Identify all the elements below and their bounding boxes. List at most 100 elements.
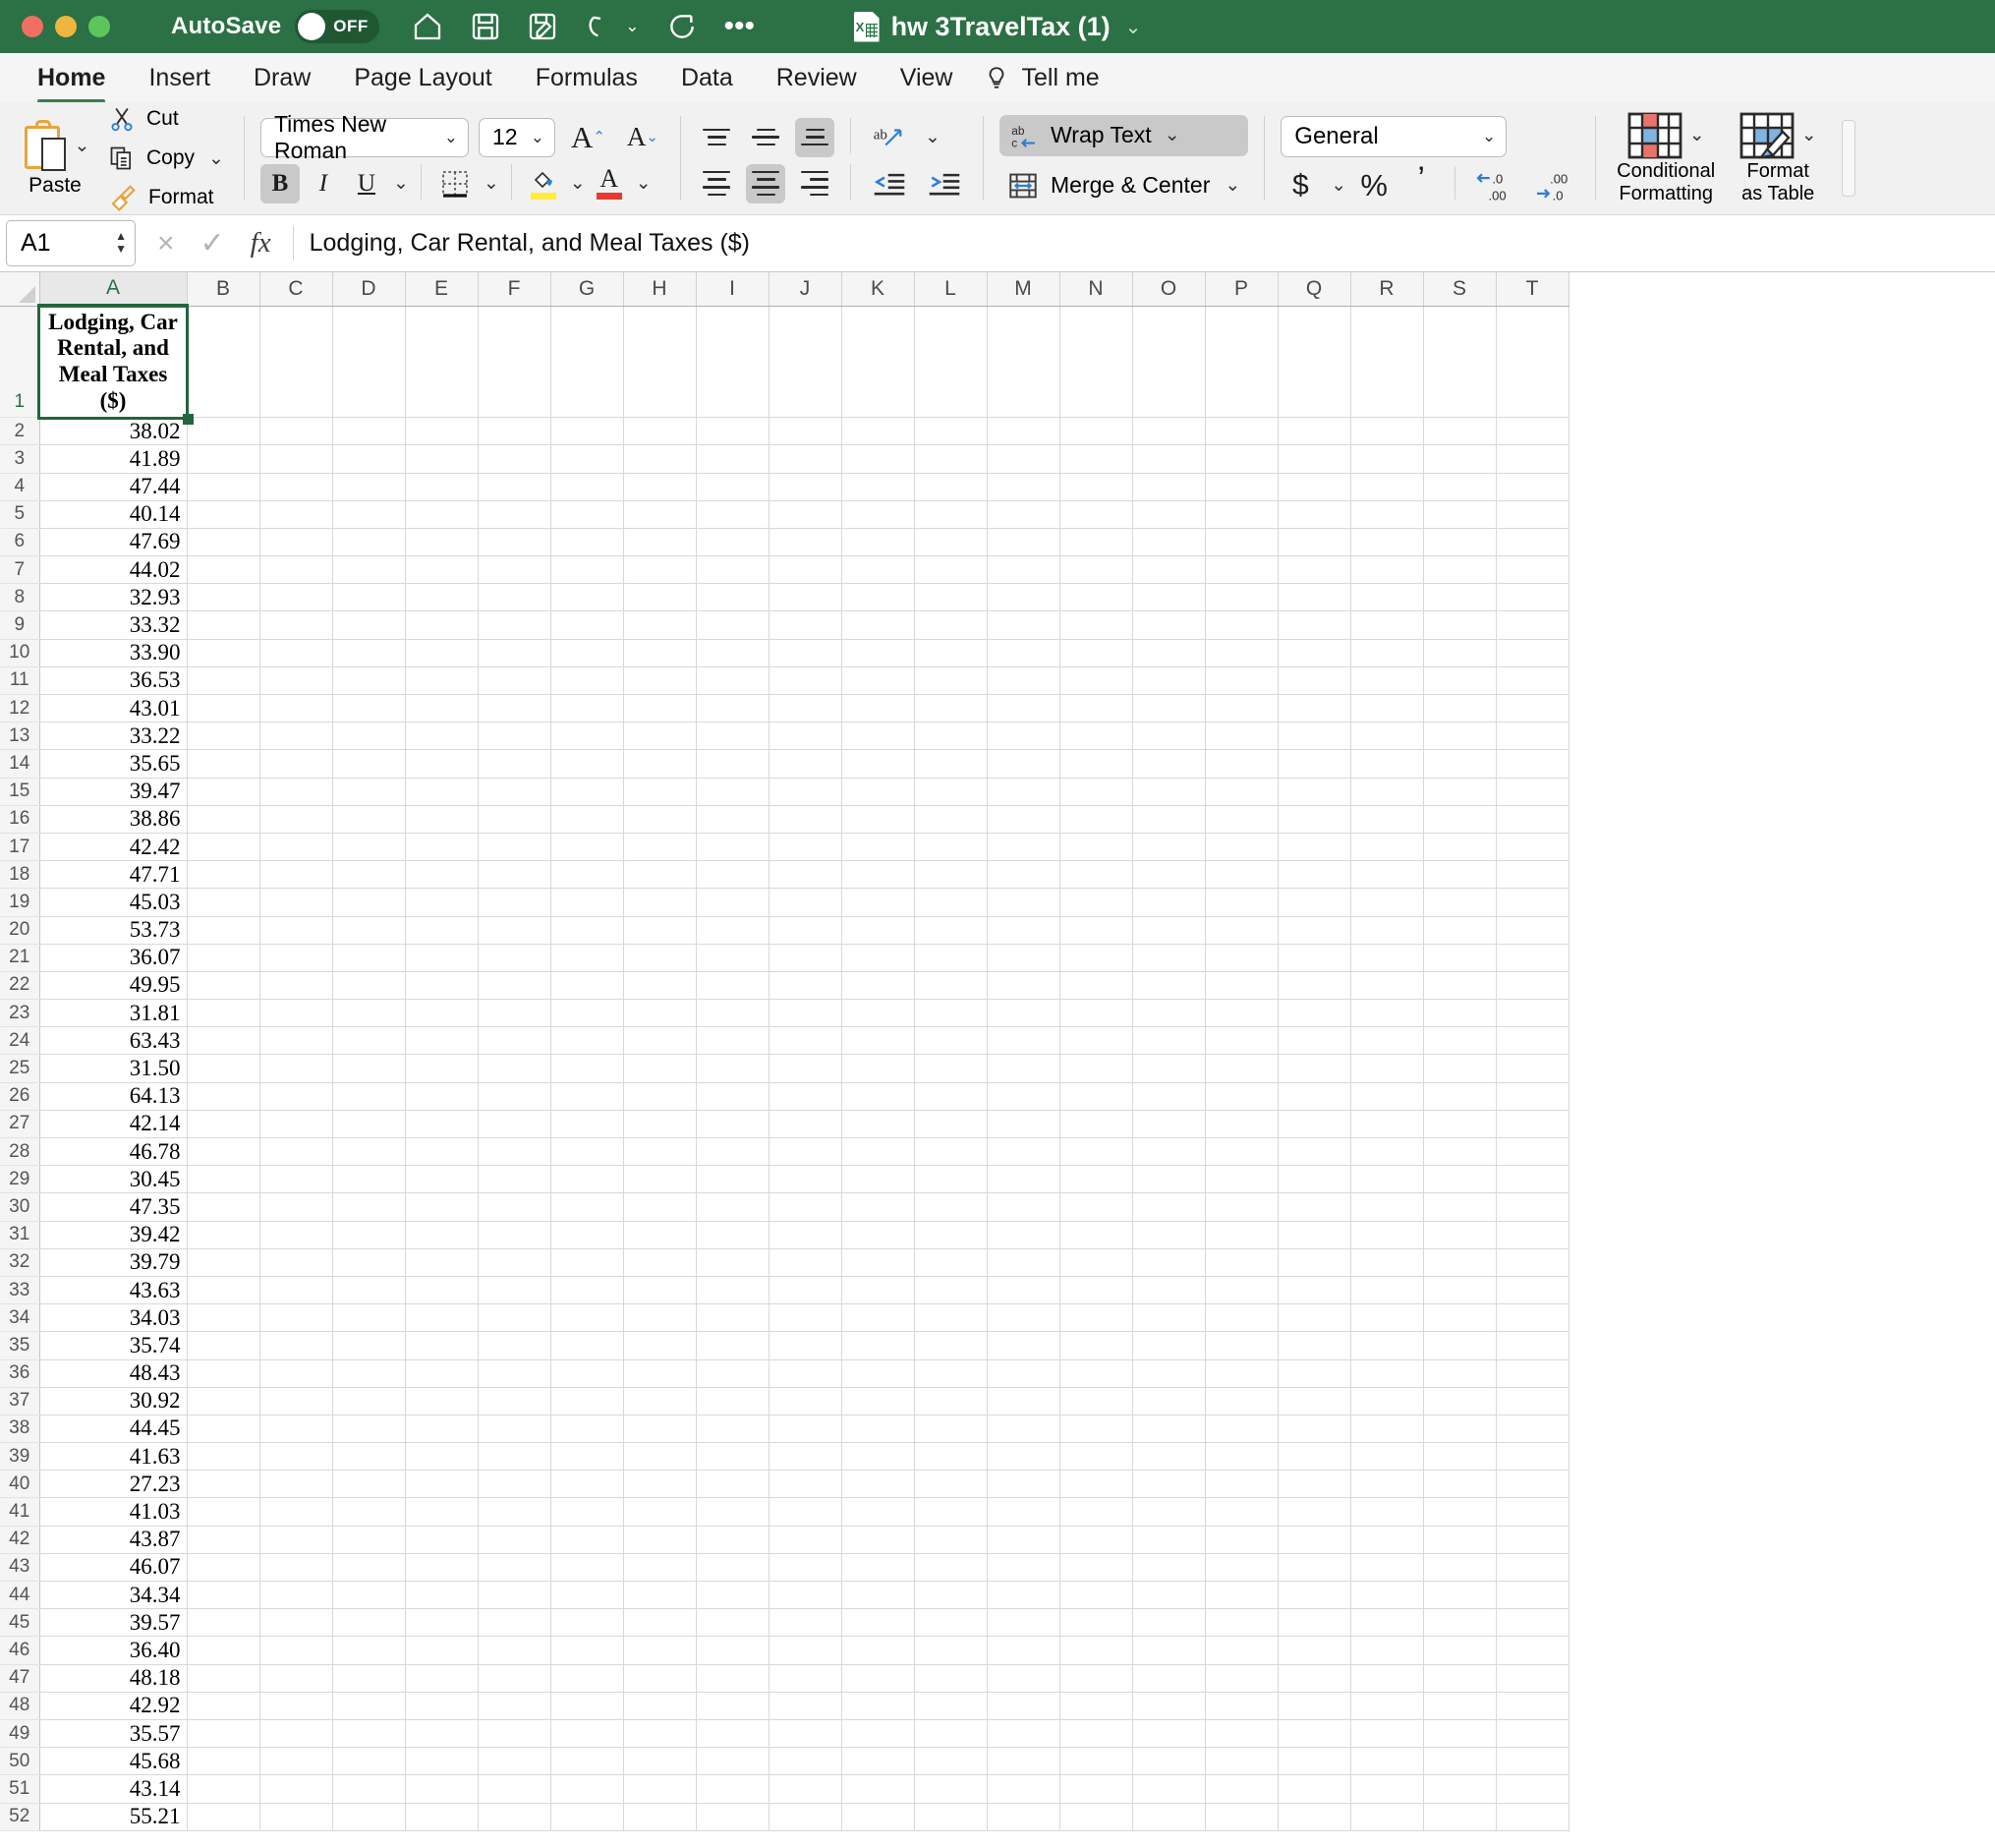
cancel-formula-button[interactable]: × [157,227,175,260]
cell-C20[interactable] [259,916,333,945]
align-right-button[interactable] [795,164,834,203]
cell-F24[interactable] [478,1026,551,1056]
cell-F7[interactable] [478,555,551,585]
cell-H10[interactable] [623,639,697,667]
cell-M1[interactable] [987,306,1060,419]
cell-A17[interactable]: 42.42 [39,833,188,862]
cell-K52[interactable] [841,1803,915,1831]
cell-C47[interactable] [259,1664,333,1693]
cell-P24[interactable] [1205,1026,1279,1056]
cell-C31[interactable] [259,1221,333,1249]
column-header-m[interactable]: M [987,272,1060,307]
cell-O10[interactable] [1132,639,1206,667]
cell-E52[interactable] [405,1803,479,1831]
cell-Q29[interactable] [1278,1165,1351,1194]
cell-J14[interactable] [769,749,842,779]
cell-D44[interactable] [332,1581,406,1610]
cell-D30[interactable] [332,1192,406,1222]
cell-A31[interactable]: 39.42 [39,1221,188,1249]
cell-P18[interactable] [1205,860,1279,890]
cell-B13[interactable] [187,722,260,751]
row-header-36[interactable]: 36 [0,1359,40,1388]
cell-S38[interactable] [1423,1415,1497,1444]
cell-Q10[interactable] [1278,639,1351,667]
cell-O49[interactable] [1132,1719,1206,1749]
cell-P8[interactable] [1205,583,1279,612]
cell-Q42[interactable] [1278,1526,1351,1554]
cell-H30[interactable] [623,1192,697,1222]
cell-J34[interactable] [769,1303,842,1333]
cell-Q20[interactable] [1278,916,1351,945]
cell-B9[interactable] [187,610,260,640]
cell-A30[interactable]: 47.35 [39,1192,188,1222]
cell-C29[interactable] [259,1165,333,1194]
cell-T8[interactable] [1496,583,1569,612]
bold-button[interactable]: B [259,163,300,203]
cell-K14[interactable] [841,749,915,779]
cell-L14[interactable] [914,749,988,779]
cell-F20[interactable] [478,916,551,945]
cell-P49[interactable] [1205,1719,1279,1749]
cell-I45[interactable] [696,1608,770,1638]
cell-E28[interactable] [405,1137,479,1167]
cell-R22[interactable] [1350,971,1424,1001]
cell-H47[interactable] [623,1664,697,1693]
cell-L12[interactable] [914,694,988,723]
cell-B3[interactable] [187,444,260,474]
cell-N48[interactable] [1059,1692,1133,1720]
cell-C12[interactable] [259,694,333,723]
cell-N4[interactable] [1059,473,1133,501]
cell-Q35[interactable] [1278,1331,1351,1360]
number-format-select[interactable]: General ⌄ [1281,115,1508,157]
cell-H32[interactable] [623,1248,697,1277]
confirm-formula-button[interactable]: ✓ [200,226,225,260]
cell-F42[interactable] [478,1526,551,1554]
cell-C8[interactable] [259,583,333,612]
autosave-toggle[interactable]: OFF [295,10,380,43]
cell-T46[interactable] [1496,1636,1569,1665]
cell-B14[interactable] [187,749,260,779]
cell-L38[interactable] [914,1415,988,1444]
cell-S14[interactable] [1423,749,1497,779]
cell-G52[interactable] [550,1803,624,1831]
cell-M17[interactable] [987,833,1060,862]
cell-M24[interactable] [987,1026,1060,1056]
column-header-e[interactable]: E [405,272,479,307]
cell-J51[interactable] [769,1774,842,1804]
cell-M20[interactable] [987,916,1060,945]
save-as-icon[interactable] [527,11,558,42]
cell-F49[interactable] [478,1719,551,1749]
cell-I46[interactable] [696,1636,770,1665]
cell-A52[interactable]: 55.21 [39,1803,188,1831]
cell-R30[interactable] [1350,1192,1424,1222]
format-as-table-button[interactable]: ⌄ Format as Table [1724,112,1832,205]
cell-L29[interactable] [914,1165,988,1194]
cell-D11[interactable] [332,666,406,696]
cell-S16[interactable] [1423,805,1497,834]
cell-B10[interactable] [187,639,260,667]
cell-C33[interactable] [259,1276,333,1305]
cell-L13[interactable] [914,722,988,751]
cell-F30[interactable] [478,1192,551,1222]
cell-B31[interactable] [187,1221,260,1249]
cell-L40[interactable] [914,1470,988,1499]
cell-O40[interactable] [1132,1470,1206,1499]
cell-A48[interactable]: 42.92 [39,1692,188,1720]
cell-A10[interactable]: 33.90 [39,639,188,667]
cell-R43[interactable] [1350,1553,1424,1583]
cell-T9[interactable] [1496,610,1569,640]
cell-J38[interactable] [769,1415,842,1444]
cell-B47[interactable] [187,1664,260,1693]
cell-N40[interactable] [1059,1470,1133,1499]
cell-T13[interactable] [1496,722,1569,751]
cell-E17[interactable] [405,833,479,862]
cell-B21[interactable] [187,944,260,972]
cell-D45[interactable] [332,1608,406,1638]
cell-E18[interactable] [405,860,479,890]
cell-I18[interactable] [696,860,770,890]
cell-I44[interactable] [696,1581,770,1610]
cell-N25[interactable] [1059,1054,1133,1083]
cell-J19[interactable] [769,888,842,917]
tab-data[interactable]: Data [659,53,755,102]
cell-B26[interactable] [187,1082,260,1111]
